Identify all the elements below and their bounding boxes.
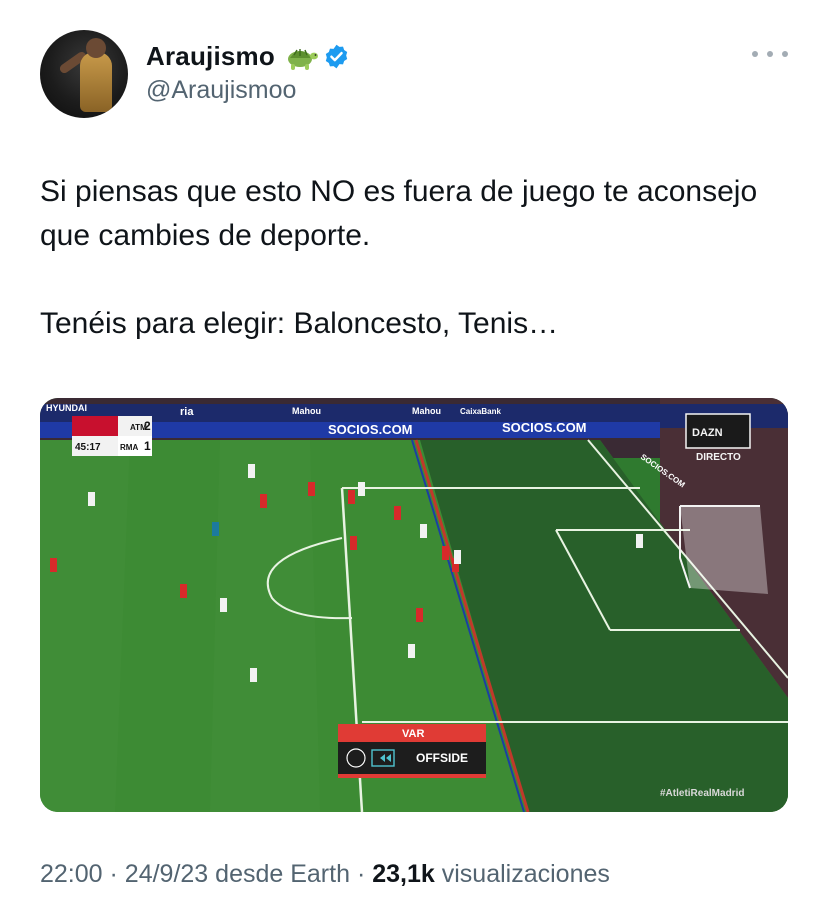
team1-score: 2 <box>144 419 151 433</box>
ad-socios-1: SOCIOS.COM <box>328 422 413 437</box>
ad-hyundai: HYUNDAI <box>46 403 87 413</box>
ad-ria: ria <box>180 406 194 418</box>
ad-socios-2: SOCIOS.COM <box>502 420 587 435</box>
scoreboard: ATM 2 45:17 RMA 1 <box>72 416 152 456</box>
avatar[interactable] <box>40 30 128 118</box>
var-offside-overlay: VAR OFFSIDE <box>338 724 486 778</box>
live-label: DIRECTO <box>696 452 741 463</box>
author-name-row: Araujismo <box>146 40 350 72</box>
views-label: visualizaciones <box>441 860 610 888</box>
var-title: VAR <box>402 728 424 740</box>
ad-mahou-1: Mahou <box>292 406 321 416</box>
verified-badge-icon <box>325 44 348 68</box>
tweet-source: desde Earth <box>215 860 350 888</box>
dazn-logo: DAZN DIRECTO <box>685 413 751 463</box>
ad-mahou-2: Mahou <box>412 406 441 416</box>
display-name[interactable]: Araujismo <box>146 41 275 72</box>
tweet-line-1: Si piensas que esto NO es fuera de juego… <box>40 175 758 252</box>
media-hashtag: #AtletiRealMadrid <box>660 788 744 799</box>
var-status: OFFSIDE <box>416 751 468 765</box>
tweet-time[interactable]: 22:00 <box>40 860 103 888</box>
views-count: 23,1k <box>372 860 435 888</box>
separator-dot: · <box>109 860 118 888</box>
tweet-meta-row: 22:00 · 24/9/23 desde Earth · 23,1k visu… <box>40 860 610 889</box>
tweet-date[interactable]: 24/9/23 <box>125 860 208 888</box>
ad-caixabank: CaixaBank <box>460 407 501 416</box>
tweet-line-2: Tenéis para elegir: Baloncesto, Tenis… <box>40 307 559 340</box>
match-clock: 45:17 <box>75 442 101 453</box>
tweet-media-image[interactable]: ATM 2 45:17 RMA 1 HYUNDAI ria Mahou Maho… <box>40 398 788 812</box>
team2-label: RMA <box>120 443 138 452</box>
separator-dot: · <box>356 860 366 888</box>
tweet-text: Si piensas que esto NO es fuera de juego… <box>40 170 780 346</box>
author-handle[interactable]: @Araujismoo <box>146 76 296 105</box>
more-options-icon[interactable] <box>752 44 788 64</box>
broadcaster-label: DAZN <box>692 427 723 439</box>
turtle-icon <box>287 49 318 70</box>
team2-score: 1 <box>144 439 151 453</box>
